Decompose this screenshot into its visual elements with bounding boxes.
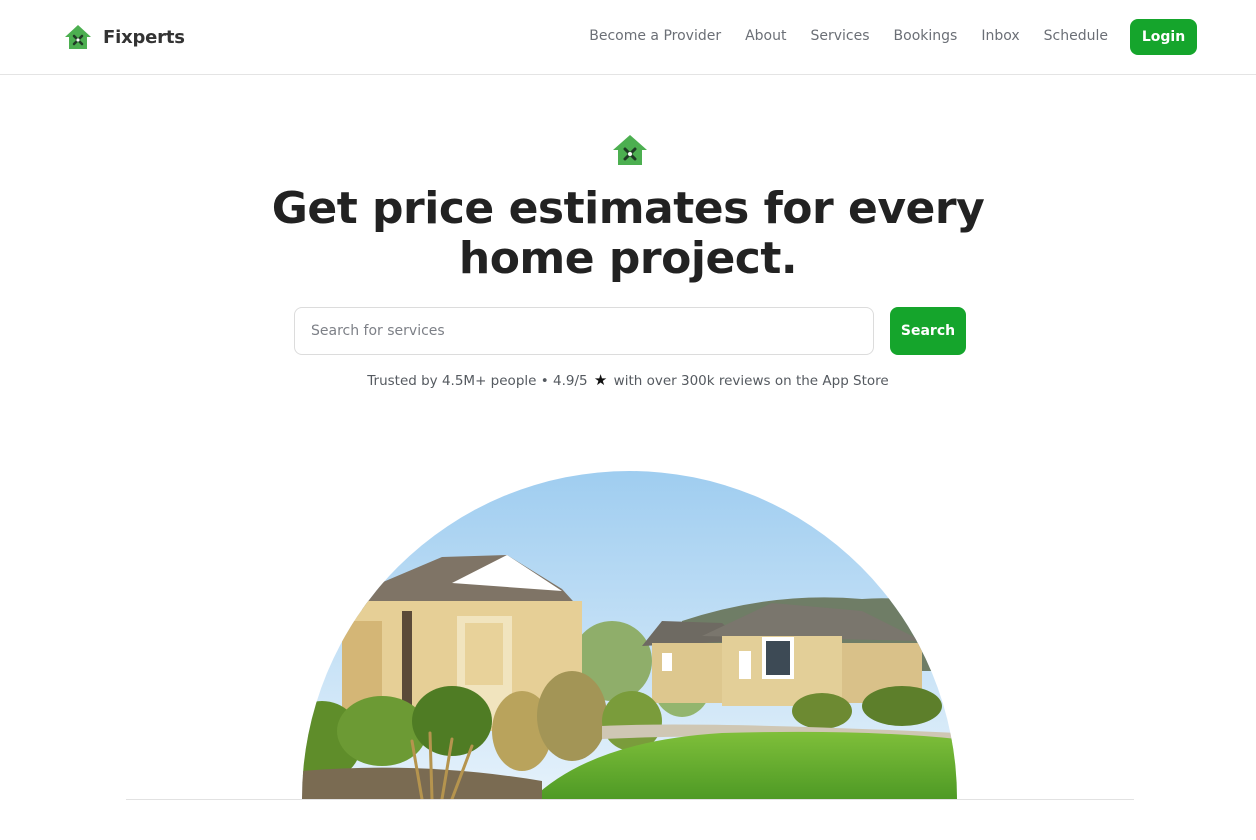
login-button[interactable]: Login — [1130, 19, 1197, 55]
house-photo — [302, 471, 957, 799]
house-tools-icon — [65, 25, 91, 49]
hero-title: Get price estimates for every home proje… — [228, 184, 1028, 284]
site-header: Fixperts Become a Provider About Service… — [0, 0, 1256, 75]
trust-rating-text: Trusted by 4.5M+ people • 4.9/5 — [367, 373, 588, 389]
house-tools-icon — [613, 135, 647, 165]
trust-text: Trusted by 4.5M+ people • 4.9/5 ★ with o… — [228, 371, 1028, 389]
hero-title-line2: home project. — [458, 233, 798, 284]
trust-reviews-text: with over 300k reviews on the App Store — [613, 373, 889, 389]
search-button[interactable]: Search — [890, 307, 966, 355]
nav-inbox[interactable]: Inbox — [981, 28, 1019, 44]
brand-name: Fixperts — [103, 26, 185, 48]
nav-bookings[interactable]: Bookings — [894, 28, 958, 44]
hero-title-line1: Get price estimates for every — [271, 183, 985, 234]
nav-services[interactable]: Services — [811, 28, 870, 44]
search-input[interactable] — [294, 307, 874, 355]
section-divider — [126, 799, 1134, 800]
nav-schedule[interactable]: Schedule — [1044, 28, 1108, 44]
brand[interactable]: Fixperts — [64, 23, 185, 51]
nav-about[interactable]: About — [745, 28, 786, 44]
star-icon: ★ — [593, 371, 608, 389]
nav-become-provider[interactable]: Become a Provider — [589, 28, 721, 44]
main-nav: Become a Provider About Services Booking… — [589, 28, 1108, 44]
